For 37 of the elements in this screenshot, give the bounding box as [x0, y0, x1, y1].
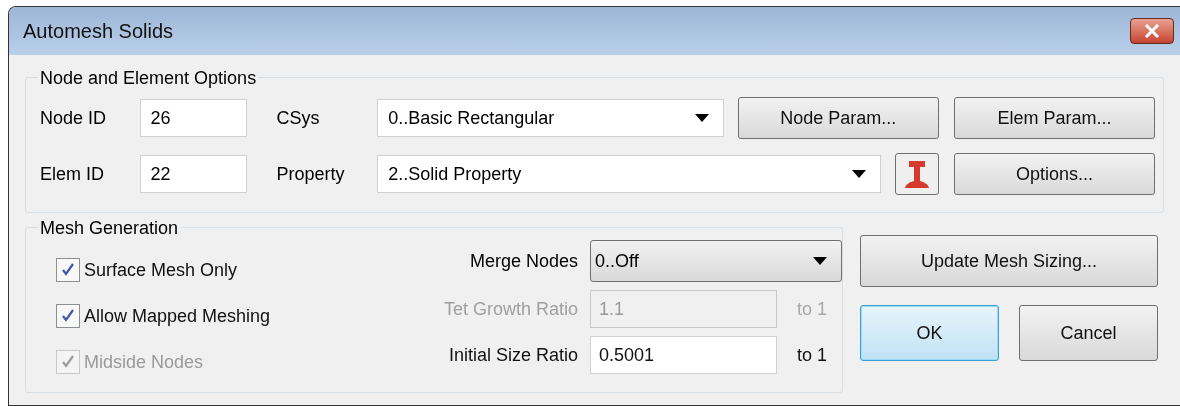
field-label: Property — [276, 162, 346, 186]
check-icon — [60, 308, 76, 324]
dialog-button[interactable]: Update Mesh Sizing... — [860, 235, 1158, 287]
dialog-button[interactable]: Node Param... — [737, 97, 939, 139]
checkbox-label: Allow Mapped Meshing — [84, 304, 271, 328]
dropdown[interactable]: 0..Basic Rectangular — [377, 99, 724, 137]
checkbox-label: Midside Nodes — [84, 350, 204, 374]
field-label: Merge Nodes — [468, 249, 579, 273]
ratio-suffix: to 1 — [797, 343, 828, 367]
dropdown-arrow-icon — [813, 257, 827, 265]
dialog-button[interactable]: Options... — [953, 153, 1155, 195]
field-label: CSys — [276, 106, 321, 130]
field-label: Node ID — [40, 106, 108, 130]
checkbox[interactable] — [56, 304, 80, 328]
dropdown[interactable]: 0..Off — [590, 240, 842, 282]
field-label: Elem ID — [40, 162, 105, 186]
checkbox-label: Surface Mesh Only — [84, 258, 238, 282]
window-title: Automesh Solids — [23, 19, 174, 44]
close-button[interactable] — [1130, 18, 1174, 44]
ratio-suffix: to 1 — [797, 297, 828, 321]
property-icon-button[interactable] — [895, 153, 939, 195]
checkbox[interactable] — [56, 258, 80, 282]
id-field[interactable]: 22 — [139, 155, 247, 193]
dropdown-arrow-icon — [694, 114, 709, 122]
field-label: Initial Size Ratio — [447, 343, 579, 367]
close-icon — [1144, 24, 1160, 38]
dialog-button[interactable]: Cancel — [1019, 305, 1158, 361]
dialog-button[interactable]: Elem Param... — [953, 97, 1155, 139]
check-icon — [60, 262, 76, 278]
field-label: Tet Growth Ratio — [442, 297, 579, 321]
id-field[interactable]: 26 — [139, 99, 247, 137]
ratio-field[interactable]: 0.5001 — [590, 336, 777, 374]
dropdown-arrow-icon — [852, 170, 867, 178]
check-icon — [60, 354, 76, 370]
dropdown[interactable]: 2..Solid Property — [377, 155, 882, 193]
dialog-button[interactable]: OK — [860, 305, 999, 361]
i-beam-icon — [902, 159, 931, 189]
